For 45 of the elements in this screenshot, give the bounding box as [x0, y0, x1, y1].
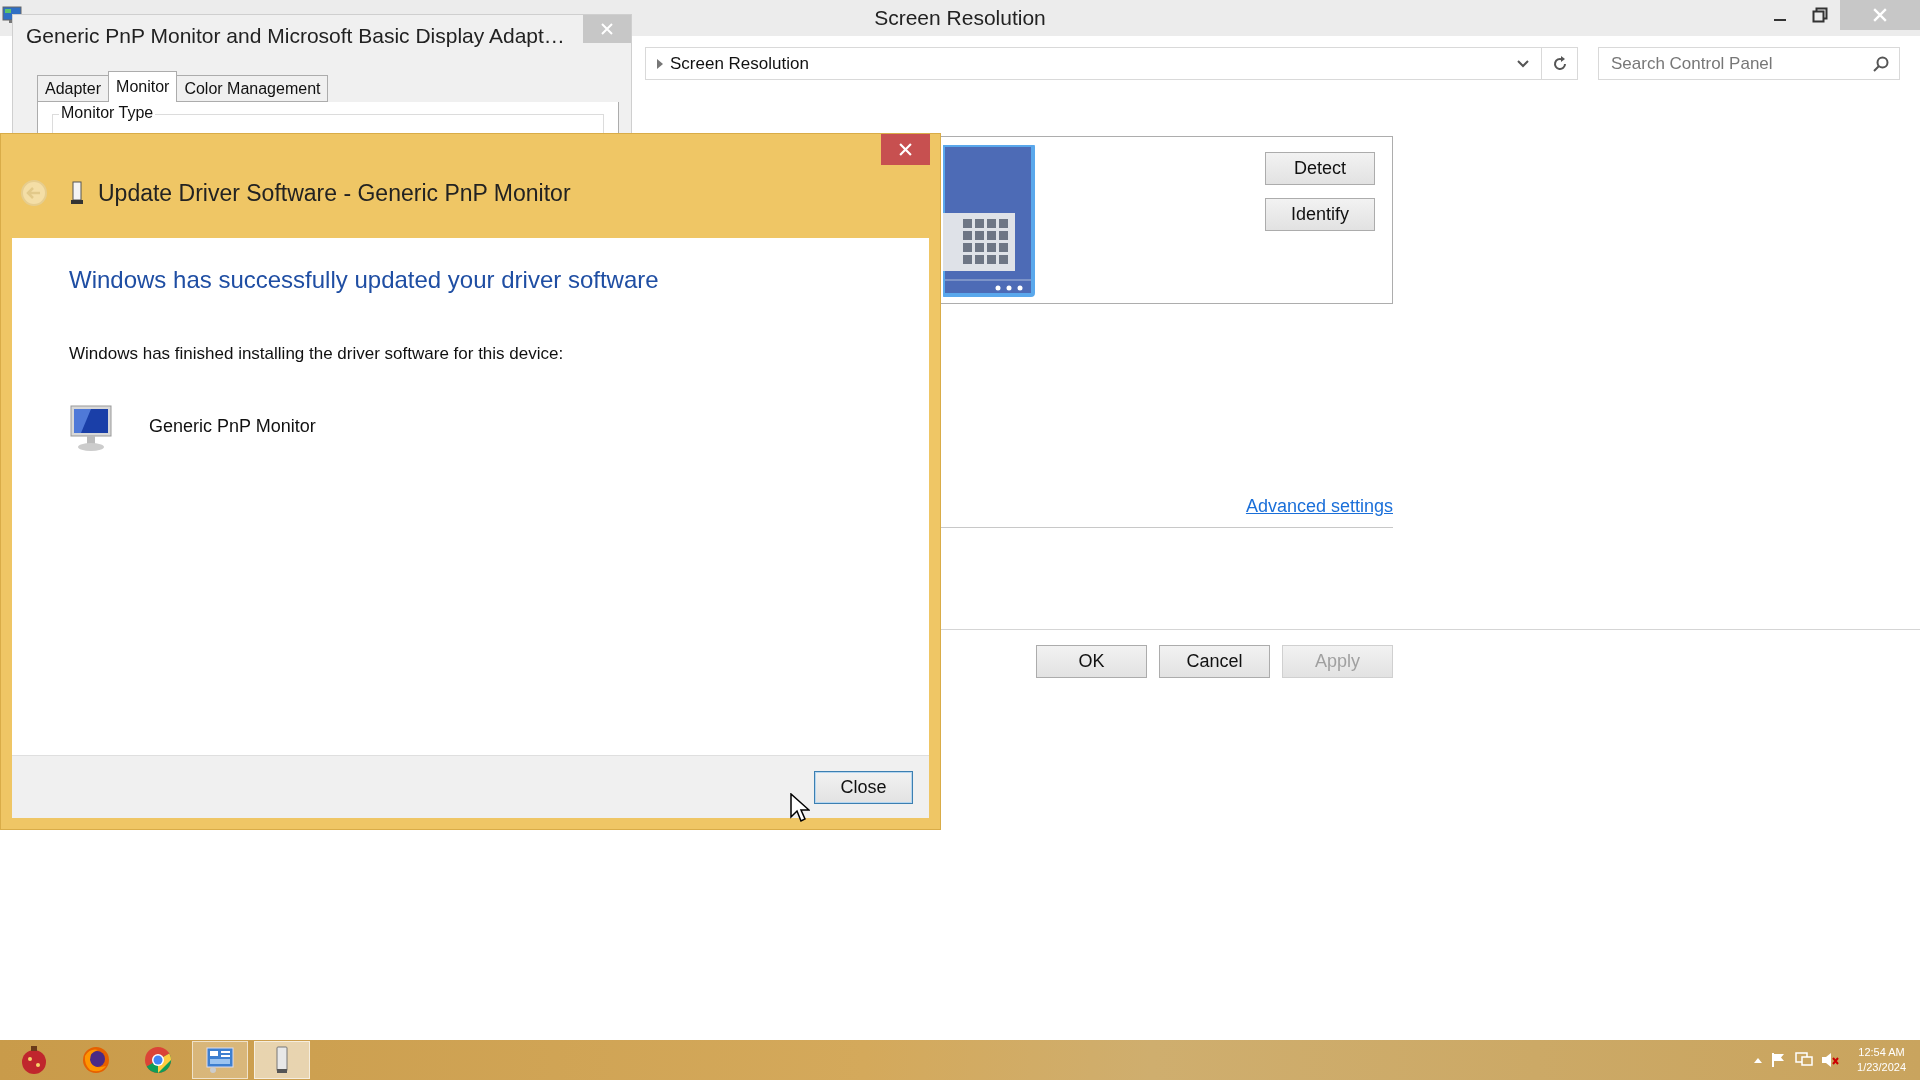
- chevron-down-icon: [1517, 59, 1529, 68]
- mouse-cursor-icon: [790, 793, 810, 823]
- restore-icon: [1812, 7, 1828, 23]
- dialog-button[interactable]: Cancel: [1159, 645, 1270, 678]
- taskbar-app-button[interactable]: [254, 1041, 310, 1079]
- advanced-settings-link[interactable]: Advanced settings: [1245, 496, 1393, 517]
- display-action-button[interactable]: Identify: [1265, 198, 1375, 231]
- search-box[interactable]: Search Control Panel: [1598, 47, 1900, 80]
- success-heading: Windows has successfully updated your driver software: [69, 266, 660, 294]
- taskbar-app-button[interactable]: [192, 1041, 248, 1079]
- tab[interactable]: Adapter: [37, 75, 110, 102]
- browser-icon: [82, 1046, 110, 1074]
- group-label: Monitor Type: [59, 104, 156, 122]
- window-title: Screen Resolution: [874, 6, 1046, 30]
- ornament-icon: [20, 1045, 48, 1075]
- control-panel-icon: [205, 1046, 235, 1074]
- tab[interactable]: Color Management: [176, 75, 329, 102]
- device-icon: [274, 1046, 290, 1074]
- close-icon: [601, 23, 613, 35]
- search-icon: [1873, 55, 1889, 72]
- window-title: Generic PnP Monitor and Microsoft Basic Display Adapt…: [26, 24, 565, 48]
- dialog-title: Update Driver Software - Generic PnP Monitor: [98, 179, 571, 207]
- address-bar[interactable]: Screen Resolution: [645, 47, 1578, 80]
- time-text: 12:54 AM: [1858, 1045, 1905, 1060]
- refresh-icon: [1551, 55, 1568, 72]
- tab[interactable]: Monitor: [108, 71, 178, 102]
- display-action-button[interactable]: Detect: [1265, 152, 1375, 185]
- close-icon: [1873, 8, 1887, 22]
- close-button[interactable]: Close: [814, 770, 913, 804]
- dialog-button[interactable]: OK: [1036, 645, 1147, 678]
- device-icon: [70, 181, 84, 205]
- breadcrumb[interactable]: Screen Resolution: [670, 53, 1505, 74]
- close-icon: [899, 143, 912, 156]
- back-icon[interactable]: [20, 179, 48, 207]
- device-name: Generic PnP Monitor: [149, 416, 316, 437]
- chevron-up-icon[interactable]: [1753, 1056, 1764, 1064]
- minimize-icon: [1774, 19, 1786, 21]
- close-button[interactable]: [881, 134, 930, 165]
- chevron-icon: [656, 58, 664, 69]
- network-icon[interactable]: [1795, 1052, 1814, 1068]
- monitor-icon: [69, 404, 113, 452]
- message-text: Windows has finished installing the driver software for this device:: [69, 344, 565, 364]
- date-text: 1/23/2024: [1857, 1060, 1906, 1075]
- browser-icon: [144, 1046, 172, 1074]
- speaker-muted-icon[interactable]: [1821, 1052, 1840, 1068]
